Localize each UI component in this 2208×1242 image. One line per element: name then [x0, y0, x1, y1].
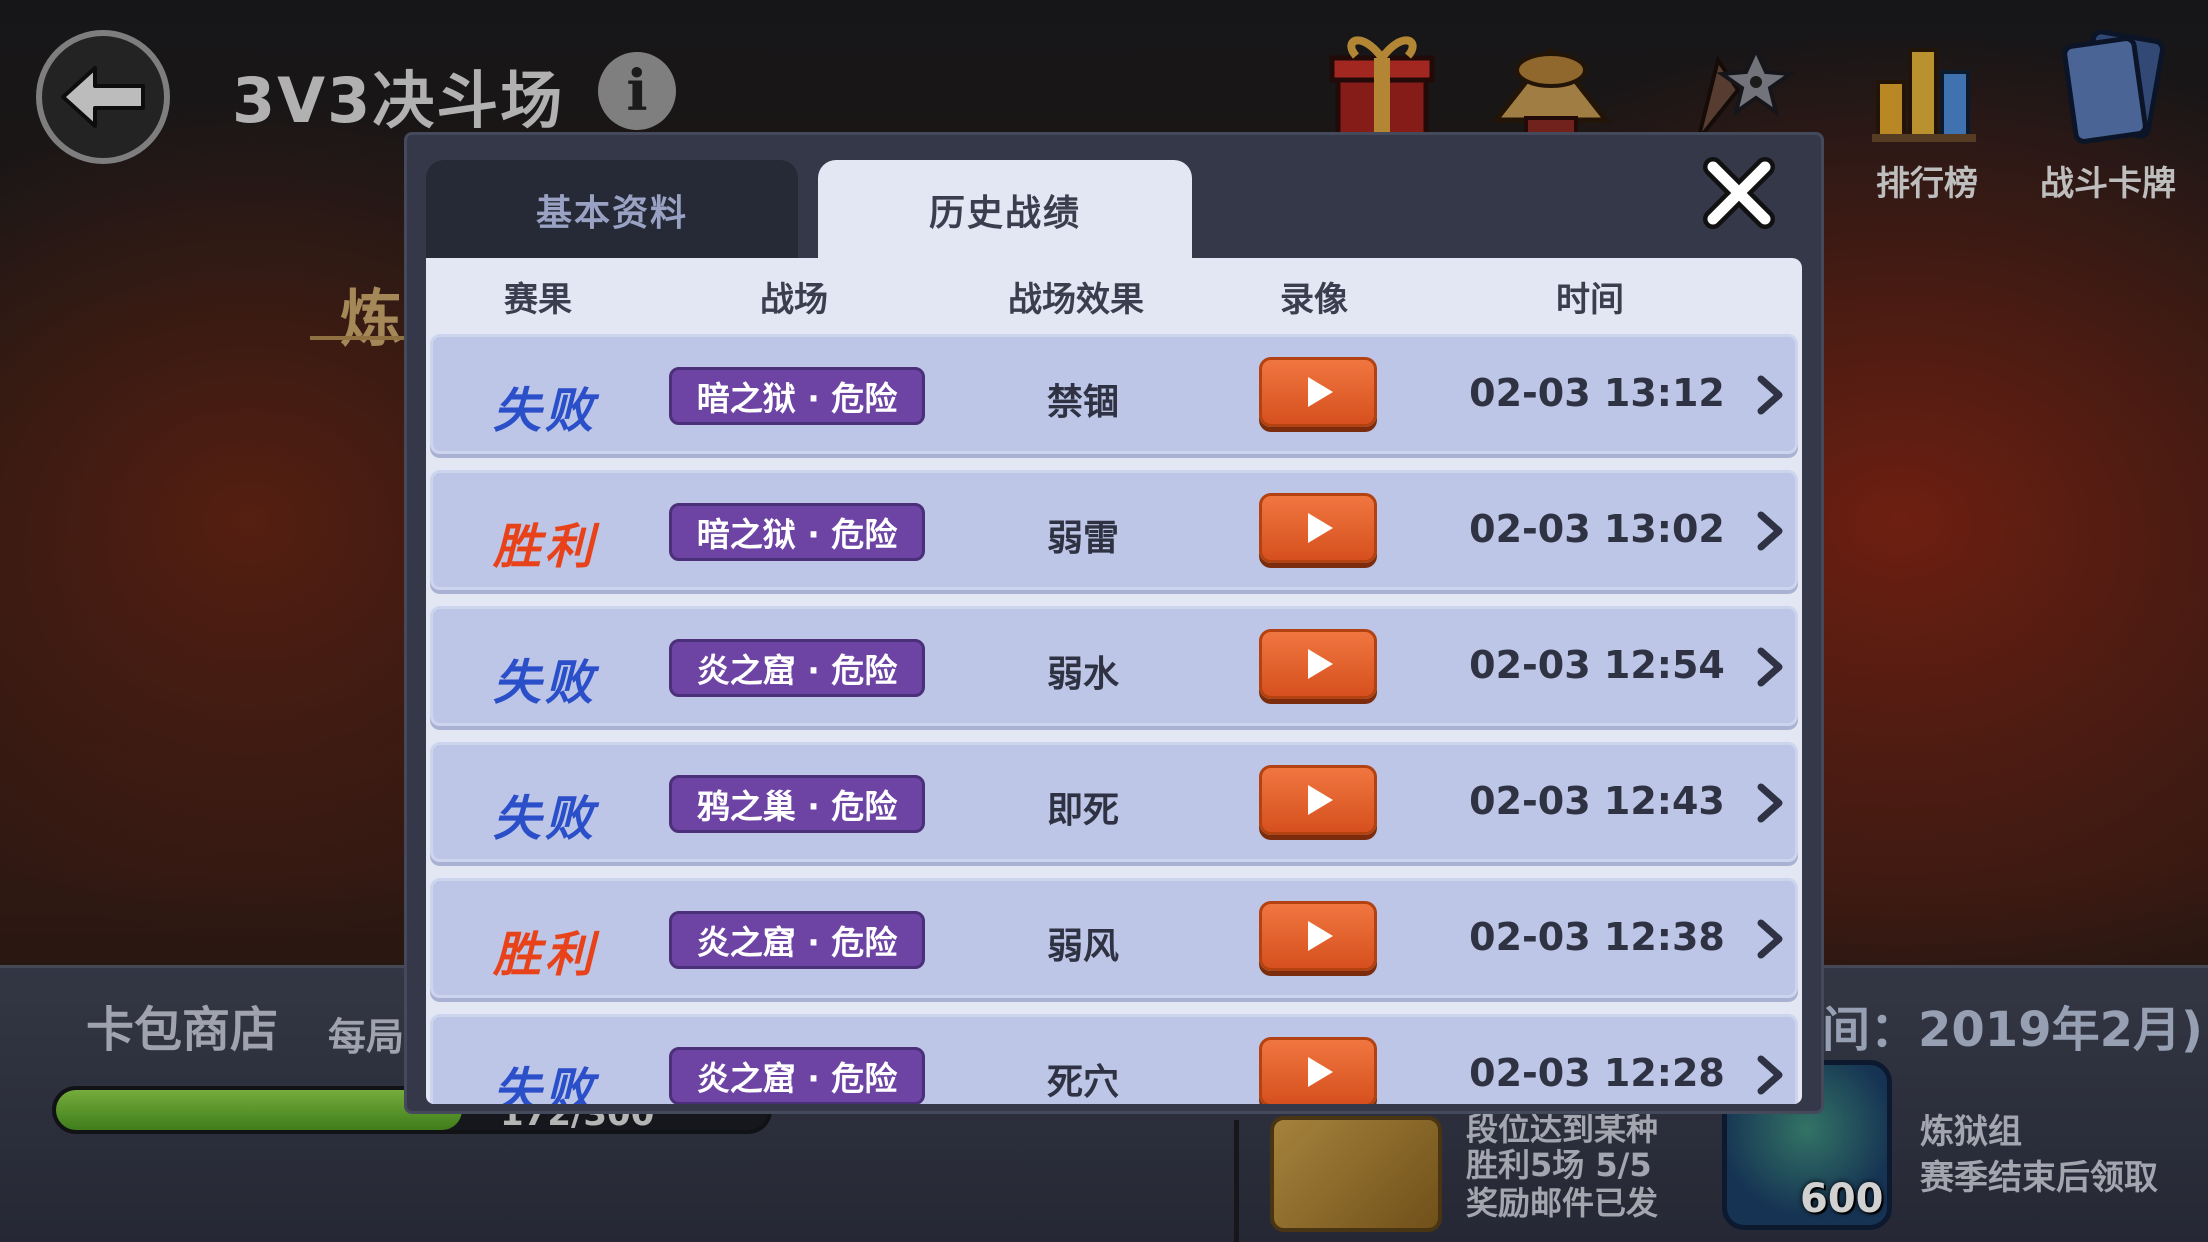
table-row[interactable]: 失败 炎之窟 · 危险 弱水 02-03 12:54 — [430, 606, 1798, 726]
replay-button[interactable] — [1259, 765, 1377, 835]
tab-basic-info[interactable]: 基本资料 — [426, 160, 798, 260]
play-icon — [1308, 649, 1333, 679]
chevron-right-icon[interactable] — [1753, 783, 1787, 823]
play-icon — [1308, 377, 1333, 407]
chevron-right-icon[interactable] — [1753, 919, 1787, 959]
field-badge: 炎之窟 · 危险 — [669, 1047, 925, 1104]
time-text: 02-03 12:43 — [1469, 779, 1725, 823]
play-icon — [1308, 921, 1333, 951]
col-result: 赛果 — [504, 280, 572, 320]
chevron-right-icon[interactable] — [1753, 511, 1787, 551]
result-text: 失败 — [492, 655, 598, 711]
replay-button[interactable] — [1259, 357, 1377, 427]
result-text: 失败 — [492, 1063, 598, 1104]
replay-button[interactable] — [1259, 629, 1377, 699]
table-row[interactable]: 胜利 暗之狱 · 危险 弱雷 02-03 13:02 — [430, 470, 1798, 590]
col-time: 时间 — [1556, 280, 1624, 320]
table-row[interactable]: 失败 暗之狱 · 危险 禁锢 02-03 13:12 — [430, 334, 1798, 454]
history-table: 赛果 战场 战场效果 录像 时间 失败 暗之狱 · 危险 禁锢 02-03 13… — [426, 258, 1802, 1104]
table-header: 赛果 战场 战场效果 录像 时间 — [426, 258, 1802, 330]
time-text: 02-03 13:12 — [1469, 371, 1725, 415]
play-icon — [1308, 785, 1333, 815]
field-badge: 暗之狱 · 危险 — [669, 367, 925, 425]
chevron-right-icon[interactable] — [1753, 375, 1787, 415]
field-badge: 炎之窟 · 危险 — [669, 911, 925, 969]
play-icon — [1308, 1057, 1333, 1087]
close-icon — [1703, 157, 1775, 229]
time-text: 02-03 13:02 — [1469, 507, 1725, 551]
table-row[interactable]: 失败 炎之窟 · 危险 死穴 02-03 12:28 — [430, 1014, 1798, 1104]
tab-history-record[interactable]: 历史战绩 — [818, 160, 1192, 260]
time-text: 02-03 12:54 — [1469, 643, 1725, 687]
chevron-right-icon[interactable] — [1753, 1055, 1787, 1095]
effect-text: 禁锢 — [1046, 382, 1120, 423]
close-button[interactable] — [1694, 148, 1784, 238]
chevron-right-icon[interactable] — [1753, 647, 1787, 687]
table-row[interactable]: 胜利 炎之窟 · 危险 弱风 02-03 12:38 — [430, 878, 1798, 998]
effect-text: 即死 — [1046, 790, 1120, 831]
replay-button[interactable] — [1259, 901, 1377, 971]
effect-text: 弱水 — [1046, 654, 1120, 695]
field-badge: 鸦之巢 · 危险 — [669, 775, 925, 833]
field-badge: 炎之窟 · 危险 — [669, 639, 925, 697]
table-row[interactable]: 失败 鸦之巢 · 危险 即死 02-03 12:43 — [430, 742, 1798, 862]
result-text: 胜利 — [492, 927, 598, 983]
col-replay: 录像 — [1280, 280, 1348, 320]
effect-text: 死穴 — [1046, 1062, 1120, 1103]
time-text: 02-03 12:28 — [1469, 1051, 1725, 1095]
effect-text: 弱雷 — [1046, 518, 1120, 559]
result-text: 失败 — [492, 383, 598, 439]
result-text: 失败 — [492, 791, 598, 847]
replay-button[interactable] — [1259, 1037, 1377, 1104]
effect-text: 弱风 — [1046, 926, 1120, 967]
col-field: 战场 — [760, 280, 828, 320]
col-effect: 战场效果 — [1008, 280, 1144, 320]
time-text: 02-03 12:38 — [1469, 915, 1725, 959]
play-icon — [1308, 513, 1333, 543]
result-text: 胜利 — [492, 519, 598, 575]
field-badge: 暗之狱 · 危险 — [669, 503, 925, 561]
replay-button[interactable] — [1259, 493, 1377, 563]
